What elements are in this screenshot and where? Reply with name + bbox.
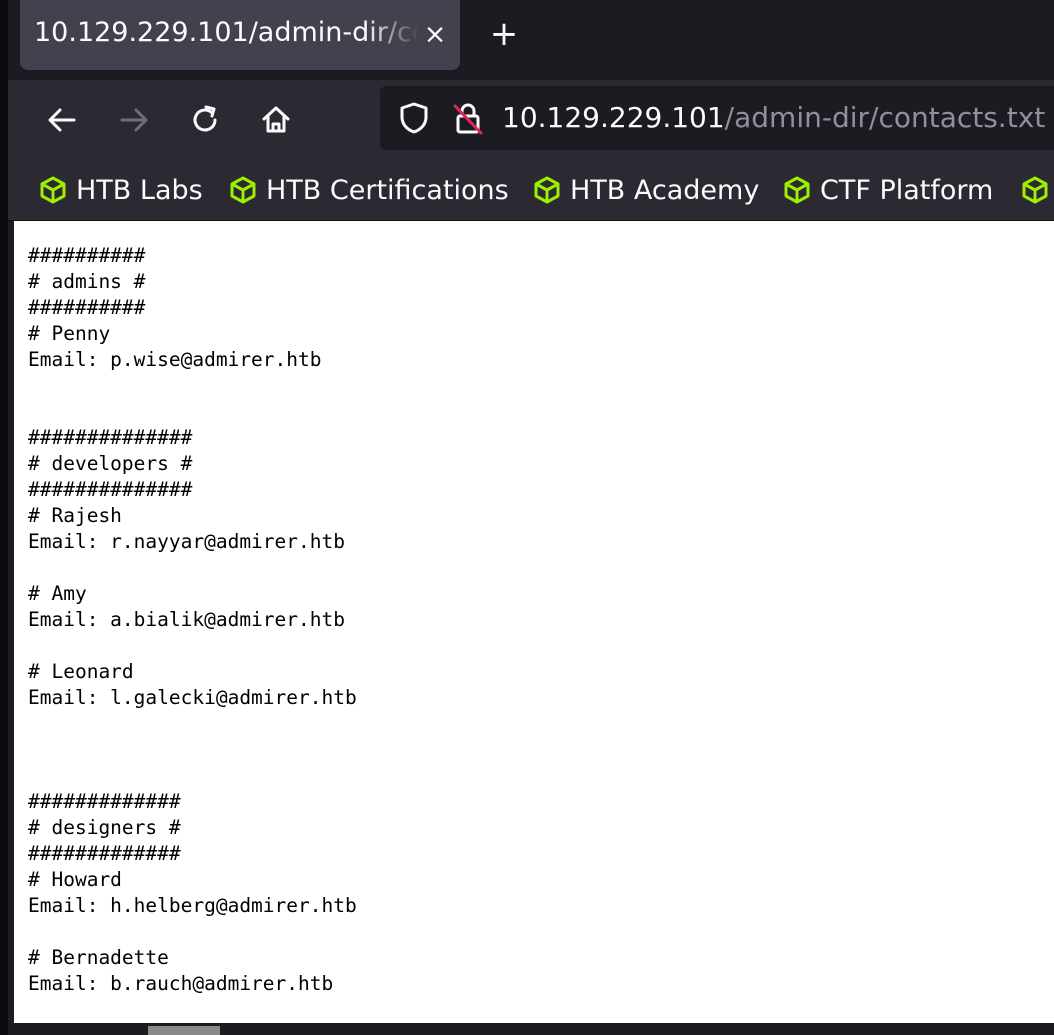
- bookmark-label: CTF Platform: [820, 174, 994, 206]
- htb-cube-icon: [1022, 176, 1048, 204]
- url-text[interactable]: 10.129.229.101/admin-dir/contacts.txt: [502, 101, 1045, 134]
- back-arrow-icon: [48, 108, 76, 132]
- bookmark-label: HTB Academy: [570, 174, 760, 206]
- page-content: ########## # admins # ########## # Penny…: [14, 221, 1054, 1023]
- tab-strip: 10.129.229.101/admin-dir/contacts.txt × …: [8, 0, 1054, 80]
- contacts-text: ########## # admins # ########## # Penny…: [28, 244, 357, 995]
- bookmark-htb-labs[interactable]: HTB Labs: [38, 170, 203, 210]
- window-edge: [0, 0, 8, 1035]
- insecure-lock-icon[interactable]: [450, 100, 486, 136]
- navigation-toolbar: 10.129.229.101/admin-dir/contacts.txt: [8, 80, 1054, 160]
- browser-window: 10.129.229.101/admin-dir/contacts.txt × …: [0, 0, 1054, 1035]
- horizontal-scrollbar-thumb[interactable]: [148, 1026, 220, 1035]
- reload-icon: [193, 105, 217, 132]
- home-icon: [262, 106, 290, 133]
- tab-close-icon[interactable]: ×: [422, 18, 448, 52]
- htb-cube-icon: [534, 176, 560, 204]
- forward-button[interactable]: [112, 98, 156, 142]
- bookmark-htb-academy[interactable]: HTB Academy: [532, 170, 759, 210]
- tracking-protection-shield-icon[interactable]: [396, 100, 432, 136]
- reload-button[interactable]: [183, 98, 227, 142]
- url-path: /admin-dir/contacts.txt: [724, 101, 1046, 134]
- htb-cube-icon: [40, 176, 66, 204]
- tab-contacts[interactable]: 10.129.229.101/admin-dir/contacts.txt ×: [20, 0, 460, 70]
- tab-title: 10.129.229.101/admin-dir/contacts.txt: [34, 17, 419, 48]
- forward-arrow-icon: [120, 108, 148, 132]
- bookmark-label: HTB Certifications: [266, 174, 509, 206]
- home-button[interactable]: [254, 98, 298, 142]
- htb-cube-icon: [784, 176, 810, 204]
- bookmark-htb-certifications[interactable]: HTB Certifications: [228, 170, 509, 210]
- back-button[interactable]: [40, 98, 84, 142]
- bookmark-label: HTB Labs: [76, 174, 203, 206]
- url-host: 10.129.229.101: [502, 101, 725, 134]
- bookmark-more[interactable]: [1020, 170, 1054, 210]
- bookmark-ctf-platform[interactable]: CTF Platform: [782, 170, 993, 210]
- url-bar[interactable]: 10.129.229.101/admin-dir/contacts.txt: [380, 86, 1054, 150]
- bookmarks-toolbar: HTB Labs HTB Certifications HTB Academy …: [8, 160, 1054, 221]
- new-tab-button[interactable]: +: [484, 14, 524, 54]
- htb-cube-icon: [230, 176, 256, 204]
